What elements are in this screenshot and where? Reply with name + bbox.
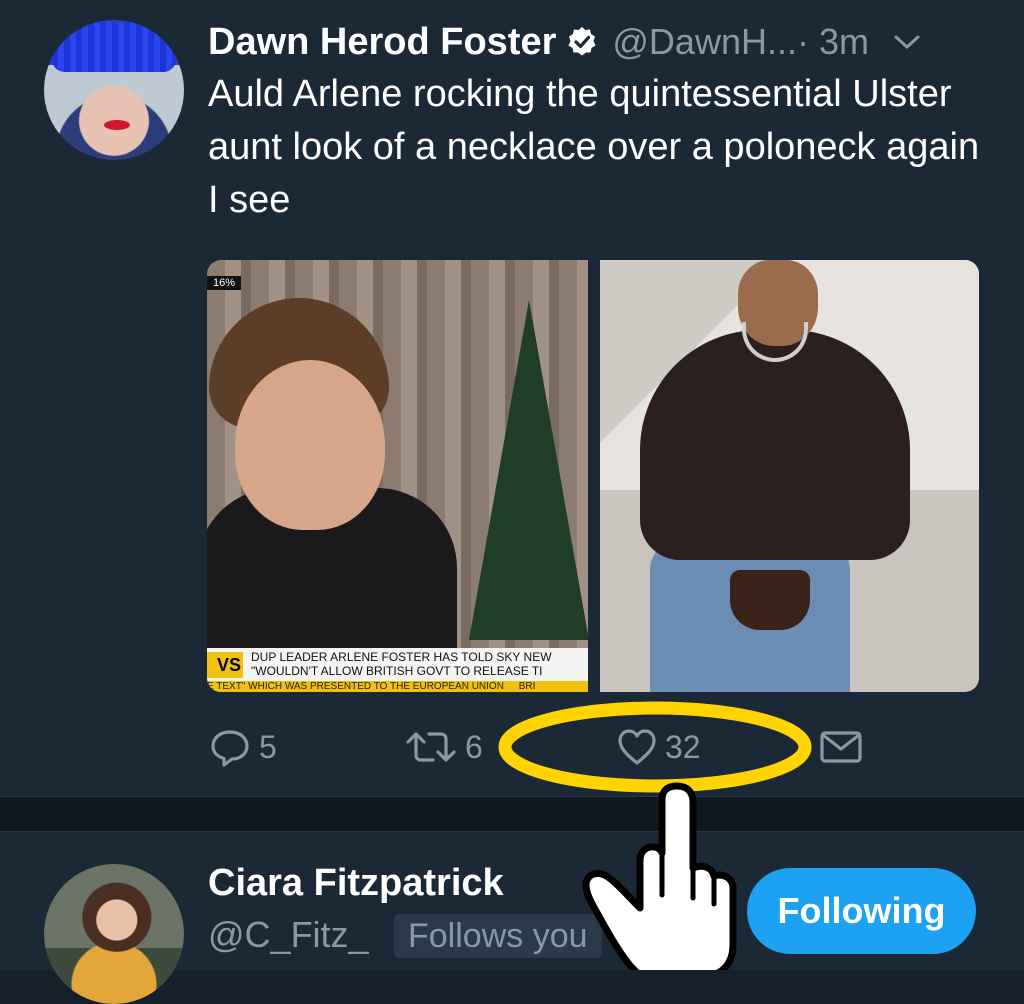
tweet-header: Dawn Herod Foster @DawnH... · 3m <box>208 16 921 68</box>
reply-count: 5 <box>259 728 277 765</box>
media-photo-arlene[interactable]: 16% VS DUP LEADER ARLENE FOSTER HAS TOLD… <box>207 260 588 692</box>
envelope-icon <box>819 729 863 765</box>
heart-icon <box>617 728 657 766</box>
direct-message-button[interactable] <box>819 722 863 772</box>
author-handle[interactable]: @DawnH... <box>612 21 797 63</box>
photo-face <box>235 360 385 530</box>
user-card[interactable]: Ciara Fitzpatrick @C_Fitz_ Follows you F… <box>0 832 1024 1004</box>
christmas-tree <box>469 300 588 640</box>
retweet-count: 6 <box>465 728 483 765</box>
photo-fannypack <box>730 570 810 630</box>
retweet-icon <box>405 726 457 768</box>
tweet-time[interactable]: · 3m <box>797 21 869 63</box>
user-handle[interactable]: @C_Fitz_ <box>208 914 369 956</box>
like-button[interactable]: 32 <box>617 722 701 772</box>
video-progress-badge: 16% <box>207 276 242 290</box>
reply-button[interactable]: 5 <box>209 722 277 772</box>
media-divider <box>588 260 600 692</box>
ticker-line-3: E TEXT" WHICH WAS PRESENTED TO THE EUROP… <box>207 681 588 692</box>
news-ticker: VS DUP LEADER ARLENE FOSTER HAS TOLD SKY… <box>207 648 588 692</box>
reply-icon <box>209 726 251 768</box>
tweet-text: Auld Arlene rocking the quintessential U… <box>208 73 980 221</box>
chevron-down-icon[interactable] <box>893 32 921 52</box>
avatar-lips <box>104 120 130 130</box>
author-avatar[interactable] <box>44 20 184 160</box>
retweet-button[interactable]: 6 <box>405 722 483 772</box>
follows-you-badge: Follows you <box>394 914 602 958</box>
ticker-line-1: DUP LEADER ARLENE FOSTER HAS TOLD SKY NE… <box>251 650 552 664</box>
photo-turtleneck <box>640 330 910 560</box>
user-name[interactable]: Ciara Fitzpatrick <box>208 862 504 905</box>
ticker-line-3-text: E TEXT" WHICH WAS PRESENTED TO THE EUROP… <box>207 681 504 692</box>
like-count: 32 <box>665 728 701 765</box>
tweet-media[interactable]: 16% VS DUP LEADER ARLENE FOSTER HAS TOLD… <box>207 260 979 692</box>
ticker-line-2: "WOULDN'T ALLOW BRITISH GOVT TO RELEASE … <box>251 664 543 678</box>
media-photo-rock[interactable] <box>600 260 979 692</box>
author-name[interactable]: Dawn Herod Foster <box>208 21 556 64</box>
ticker-tag: VS <box>207 652 243 678</box>
tweet-actions: 5 6 32 <box>207 722 867 772</box>
feed-separator <box>0 796 1024 832</box>
ticker-line-3-suffix: BRI <box>518 681 536 692</box>
avatar-hat <box>52 22 176 72</box>
verified-badge-icon <box>566 26 598 58</box>
following-button[interactable]: Following <box>747 868 976 954</box>
tweet-card[interactable]: Dawn Herod Foster @DawnH... · 3m Auld Ar… <box>0 0 1024 796</box>
user-avatar[interactable] <box>44 864 184 1004</box>
